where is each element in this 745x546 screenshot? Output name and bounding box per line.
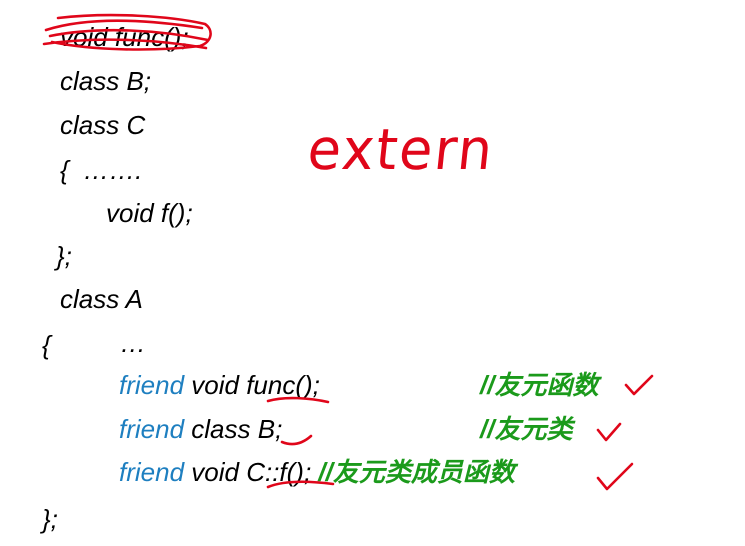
handwritten-extern: extern: [304, 116, 498, 183]
comment-friend-member-function: //友元类成员函数: [318, 457, 515, 487]
check-icon-2: [596, 422, 622, 442]
code-line-class-b: class B;: [60, 66, 152, 96]
code-line-close-brace-a: };: [42, 504, 58, 534]
code-line-friend-func: friend void func();: [119, 370, 320, 400]
struck-text: void func(): [60, 22, 182, 52]
code-name: C::f(): [246, 457, 304, 487]
underline-b: [280, 434, 313, 446]
keyword-friend: friend: [119, 370, 185, 400]
keyword-friend: friend: [119, 414, 185, 444]
code-line-close-brace-c: };: [56, 241, 72, 271]
code-line-void-f: void f();: [106, 198, 193, 228]
comment-friend-function: //友元函数: [480, 370, 599, 400]
code-text: ;: [303, 457, 319, 487]
code-line-void-func: void func();: [60, 22, 189, 52]
code-text: void: [184, 370, 247, 400]
keyword-friend: friend: [119, 457, 185, 487]
code-line-ellipsis: …: [120, 328, 146, 358]
code-text: void: [184, 457, 247, 487]
code-line-open-brace-a: {: [42, 330, 51, 360]
code-line-friend-member: friend void C::f(); //友元类成员函数: [119, 457, 515, 487]
code-name: B;: [257, 414, 283, 444]
code-line-class-c: class C: [60, 110, 146, 140]
check-icon-1: [624, 374, 654, 396]
code-line-open-brace: { …….: [60, 155, 143, 185]
comment-friend-class: //友元类: [480, 414, 573, 444]
code-text: ();: [295, 370, 320, 400]
code-line-class-a: class A: [60, 284, 143, 314]
semicolon: ;: [181, 22, 189, 52]
slide-canvas: void func(); class B; class C { ……. void…: [0, 0, 745, 546]
code-line-friend-class: friend class B;: [119, 414, 282, 444]
check-icon-3: [596, 462, 634, 491]
code-text: class: [184, 414, 258, 444]
code-name: func: [246, 370, 296, 400]
